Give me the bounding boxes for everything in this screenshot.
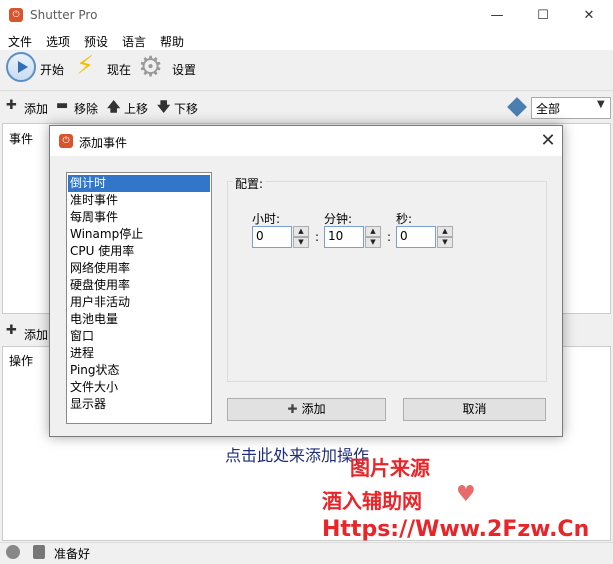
seconds-down-button[interactable]: ▼ (437, 237, 453, 248)
event-type-item[interactable]: 准时事件 (70, 192, 210, 209)
settings-button[interactable]: 设置 (172, 61, 196, 78)
config-label: 配置: (233, 175, 266, 192)
menu-options[interactable]: 选项 (46, 33, 70, 50)
event-type-item[interactable]: 电池电量 (70, 311, 210, 328)
menu-help[interactable]: 帮助 (160, 33, 184, 50)
watermark-line-3: Https://Www.2Fzw.Cn (322, 517, 590, 542)
lock-icon (33, 545, 45, 559)
move-up-button[interactable]: 上移 (124, 100, 148, 117)
minutes-label: 分钟: (324, 212, 353, 226)
toolbar-divider (0, 90, 613, 91)
plus-icon: ✚ (287, 402, 302, 416)
minutes-down-button[interactable]: ▼ (365, 237, 381, 248)
minimize-button[interactable]: — (474, 0, 520, 32)
app-icon: ⏻ (9, 8, 23, 22)
now-button[interactable]: 现在 (107, 61, 131, 78)
hours-label: 小时: (252, 212, 281, 226)
add-event-button[interactable]: 添加 (24, 100, 48, 117)
event-type-item[interactable]: Ping状态 (70, 362, 210, 379)
lightning-icon[interactable]: ⚡ (76, 51, 94, 81)
add-action-link[interactable]: 点击此处来添加操作 (225, 442, 369, 466)
event-type-item[interactable]: CPU 使用率 (70, 243, 210, 260)
events-header: 事件 (9, 132, 34, 146)
menu-presets[interactable]: 预设 (84, 33, 108, 50)
gear-icon[interactable]: ⚙ (138, 52, 163, 82)
minutes-input[interactable]: 10 (324, 226, 364, 248)
start-button[interactable]: 开始 (40, 61, 64, 78)
status-text: 准备好 (54, 547, 91, 561)
event-type-item[interactable]: 窗口 (70, 328, 210, 345)
event-type-item[interactable]: Winamp停止 (70, 226, 210, 243)
dialog-add-button[interactable]: ✚ 添加 (227, 398, 386, 421)
minus-icon[interactable]: ▬ (56, 98, 68, 113)
event-type-item[interactable]: 文件大小 (70, 379, 210, 396)
event-type-item[interactable]: 网络使用率 (70, 260, 210, 277)
event-type-item[interactable]: 硬盘使用率 (70, 277, 210, 294)
watermark-line-2: 酒入辅助网 (322, 489, 422, 513)
event-type-item[interactable]: 显示器 (70, 396, 210, 413)
event-type-item[interactable]: 用户非活动 (70, 294, 210, 311)
actions-header: 操作 (9, 354, 34, 368)
time-separator: : (315, 230, 320, 244)
dialog-cancel-button[interactable]: 取消 (403, 398, 546, 421)
arrow-up-icon[interactable]: 🡅 (107, 98, 120, 120)
maximize-button[interactable]: ☐ (520, 0, 566, 32)
play-icon[interactable] (6, 52, 36, 82)
hours-down-button[interactable]: ▼ (293, 237, 309, 248)
seconds-input[interactable]: 0 (396, 226, 436, 248)
add-action-button[interactable]: 添加 (24, 326, 48, 343)
close-button[interactable]: ✕ (566, 0, 612, 32)
seconds-label: 秒: (396, 212, 413, 226)
remove-event-button[interactable]: 移除 (74, 100, 98, 117)
app-icon: ⏻ (59, 134, 73, 148)
chevron-down-icon[interactable]: ▼ (597, 99, 605, 110)
heart-icon: ♥ (456, 482, 476, 507)
plus-icon[interactable]: ✚ (6, 98, 17, 113)
watermark-line-1: 图片来源 (350, 456, 430, 480)
time-separator: : (387, 230, 392, 244)
dialog-add-label: 添加 (301, 402, 326, 416)
status-globe-icon (6, 545, 20, 559)
menu-file[interactable]: 文件 (8, 33, 32, 50)
event-type-item[interactable]: 每周事件 (70, 209, 210, 226)
move-down-button[interactable]: 下移 (174, 100, 198, 117)
hours-input[interactable]: 0 (252, 226, 292, 248)
menu-language[interactable]: 语言 (122, 33, 146, 50)
event-type-item[interactable]: 进程 (70, 345, 210, 362)
seconds-up-button[interactable]: ▲ (437, 226, 453, 237)
hours-up-button[interactable]: ▲ (293, 226, 309, 237)
event-type-item[interactable]: 倒计时 (68, 175, 210, 192)
minutes-up-button[interactable]: ▲ (365, 226, 381, 237)
dialog-title: 添加事件 (79, 136, 128, 150)
window-title: Shutter Pro (30, 8, 98, 22)
arrow-down-icon[interactable]: 🡇 (157, 98, 170, 120)
close-icon[interactable]: ✕ (537, 130, 559, 151)
plus-icon[interactable]: ✚ (6, 323, 17, 338)
status-bar (0, 542, 613, 564)
